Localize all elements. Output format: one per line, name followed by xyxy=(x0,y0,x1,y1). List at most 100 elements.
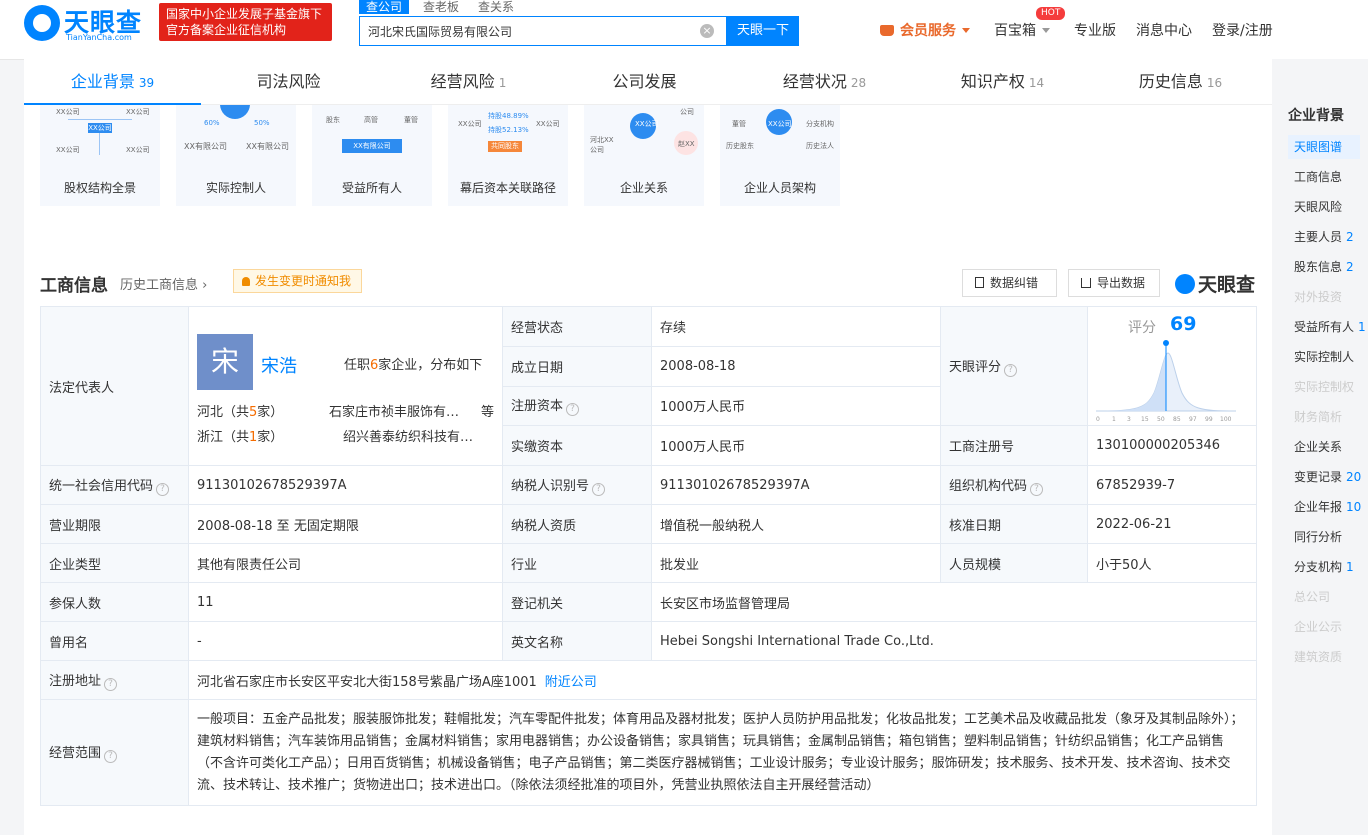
vip-service[interactable]: 会员服务 xyxy=(880,22,970,40)
tab-development[interactable]: 公司发展 xyxy=(558,59,735,105)
score-tick: 85 xyxy=(1173,416,1181,423)
score-distribution-curve: 0 1 3 15 50 85 97 99 100 xyxy=(1096,340,1236,423)
tab-history[interactable]: 历史信息 16 xyxy=(1092,59,1269,105)
map-card-beneficiary[interactable]: 股东 高管 董管 XX有限公司 受益所有人 xyxy=(312,105,432,206)
sidebar-item[interactable]: 同行分析 xyxy=(1288,525,1360,549)
help-icon[interactable]: ? xyxy=(1004,363,1018,377)
sidebar-item[interactable]: 工商信息 xyxy=(1288,165,1360,189)
tab-label: 公司发展 xyxy=(612,72,677,91)
vip-label: 会员服务 xyxy=(900,23,956,39)
map-node: 50% xyxy=(254,119,270,127)
sidebar-item[interactable]: 企业关系 xyxy=(1288,435,1360,459)
search-input[interactable] xyxy=(360,17,690,45)
logo[interactable]: 天眼查 TianYanCha.com xyxy=(24,3,150,43)
help-icon[interactable]: ? xyxy=(1030,482,1044,496)
taxid-value: 91130102678529397A xyxy=(651,465,941,505)
region-prov: 浙江（共 xyxy=(197,430,250,445)
sidebar-item[interactable]: 分支机构 1 xyxy=(1288,555,1360,579)
logo-eye-icon xyxy=(24,5,60,41)
message-center-link[interactable]: 消息中心 xyxy=(1136,22,1192,40)
sidebar-item[interactable]: 主要人员 2 xyxy=(1288,225,1360,249)
region-company-link[interactable]: 石家庄市祯丰服饰有… xyxy=(329,401,479,420)
sidebar-item-label: 建筑资质 xyxy=(1294,650,1343,664)
regcap-label: 注册资本 xyxy=(511,399,564,415)
avatar[interactable]: 宋 xyxy=(197,334,253,390)
pro-link[interactable]: 专业版 xyxy=(1074,22,1116,40)
nearby-companies-link[interactable]: 附近公司 xyxy=(545,675,597,690)
term-value: 2008-08-18 至 无固定期限 xyxy=(188,504,503,544)
map-node: XX公司 xyxy=(635,120,659,128)
sidebar-item[interactable]: 天眼风险 xyxy=(1288,195,1360,219)
authority-label: 登记机关 xyxy=(502,582,652,622)
slogan-line1: 国家中小企业发展子基金旗下 xyxy=(166,7,323,21)
region-zhejiang: 浙江（共1家） xyxy=(197,426,283,445)
notify-button[interactable]: 发生变更时通知我 xyxy=(233,269,362,293)
map-card-controller[interactable]: 60% 50% XX有限公司 XX有限公司 实际控制人 xyxy=(176,105,296,206)
map-node: 董管 xyxy=(732,120,746,128)
region-company-link[interactable]: 绍兴善泰纺织科技有… xyxy=(343,426,508,445)
score-label-cell: 天眼评分? xyxy=(940,306,1088,426)
org-value: 67852939-7 xyxy=(1087,465,1257,505)
help-icon[interactable]: ? xyxy=(104,750,118,763)
map-node: XX有限公司 xyxy=(342,139,402,153)
former-name-value: - xyxy=(188,621,503,661)
score-value: 69 xyxy=(1170,313,1197,335)
tab-judicial-risk[interactable]: 司法风险 xyxy=(202,59,379,105)
authority-value: 长安区市场监督管理局 xyxy=(651,582,1257,622)
map-node: 股东 xyxy=(326,116,340,124)
sidebar-item[interactable]: 股东信息 2 xyxy=(1288,255,1360,279)
rep-label: 法定代表人 xyxy=(49,380,115,396)
tab-operation-status[interactable]: 经营状况 28 xyxy=(736,59,913,105)
sidebar-item-label: 企业年报 xyxy=(1294,500,1343,514)
tenure-pre: 任职 xyxy=(344,358,371,373)
sidebar-item[interactable]: 变更记录 20 xyxy=(1288,465,1361,489)
credit-value: 91130102678529397A xyxy=(188,465,503,505)
rep-name-link[interactable]: 宋浩 xyxy=(261,352,297,378)
help-icon[interactable]: ? xyxy=(592,482,606,496)
help-icon[interactable]: ? xyxy=(566,403,580,417)
tab-operation-risk[interactable]: 经营风险 1 xyxy=(380,59,557,105)
login-link[interactable]: 登录/注册 xyxy=(1212,22,1273,40)
history-link[interactable]: 历史工商信息 › xyxy=(120,274,207,293)
help-icon[interactable]: ? xyxy=(104,677,118,691)
search-tab-relation[interactable]: 查关系 xyxy=(478,0,514,14)
map-node: 河北XX公司 xyxy=(590,136,614,154)
search-tab-company[interactable]: 查公司 xyxy=(359,0,410,14)
sidebar-title: 企业背景 xyxy=(1288,108,1344,124)
map-label: 实际控制人 xyxy=(205,181,266,195)
help-icon[interactable]: ? xyxy=(156,482,170,496)
history-label: 历史工商信息 xyxy=(120,278,199,293)
export-data-button[interactable]: 导出数据 xyxy=(1068,269,1160,297)
sidebar-item[interactable]: 实际控制人 xyxy=(1288,345,1360,369)
map-card-relations[interactable]: XX公司 公司 河北XX公司 赵XX 企业关系 xyxy=(584,105,704,206)
sidebar-item-count: 2 xyxy=(1346,230,1354,244)
sidebar-item[interactable]: 天眼图谱 xyxy=(1288,135,1360,159)
sidebar-item[interactable]: 企业年报 10 xyxy=(1288,495,1361,519)
search-tab-boss[interactable]: 查老板 xyxy=(423,0,459,14)
sidebar-item[interactable]: 受益所有人 1 xyxy=(1288,315,1366,339)
sidebar-item-label: 实际控制权 xyxy=(1294,380,1355,394)
staff-label: 人员规模 xyxy=(940,543,1088,583)
region-prov: 河北（共 xyxy=(197,405,250,420)
map-node: 历史法人 xyxy=(806,142,834,150)
map-node: XX有限公司 xyxy=(184,142,227,151)
map-card-capital-path[interactable]: XX公司 XX公司 持股48.89% 持股52.13% 共同股东 幕后资本关联路… xyxy=(448,105,568,206)
clear-icon[interactable]: × xyxy=(700,24,714,38)
map-card-personnel[interactable]: 董管 XX公司 分支机构 历史股东 历史法人 企业人员架构 xyxy=(720,105,840,206)
region-unit: 家） xyxy=(257,430,284,445)
sidebar-item-label: 主要人员 xyxy=(1294,230,1343,244)
map-node: XX公司 xyxy=(88,123,112,133)
approve-value: 2022-06-21 xyxy=(1087,504,1257,544)
chevron-down-icon xyxy=(1042,28,1050,33)
map-card-equity[interactable]: XX公司 XX公司 XX公司 XX公司 XX公司 股权结构全景 xyxy=(40,105,160,206)
tab-ip[interactable]: 知识产权 14 xyxy=(914,59,1091,105)
data-correct-button[interactable]: 数据纠错 xyxy=(962,269,1057,297)
map-label: 幕后资本关联路径 xyxy=(459,181,556,195)
sidebar-item-label: 工商信息 xyxy=(1294,170,1343,184)
search-button[interactable]: 天眼一下 xyxy=(727,16,799,46)
tab-label: 经营风险 xyxy=(430,72,495,91)
toolbox-menu[interactable]: 百宝箱 xyxy=(994,22,1050,40)
tab-count: 1 xyxy=(498,76,507,90)
tab-background[interactable]: 企业背景 39 xyxy=(24,59,201,105)
tab-label: 知识产权 xyxy=(960,72,1025,91)
